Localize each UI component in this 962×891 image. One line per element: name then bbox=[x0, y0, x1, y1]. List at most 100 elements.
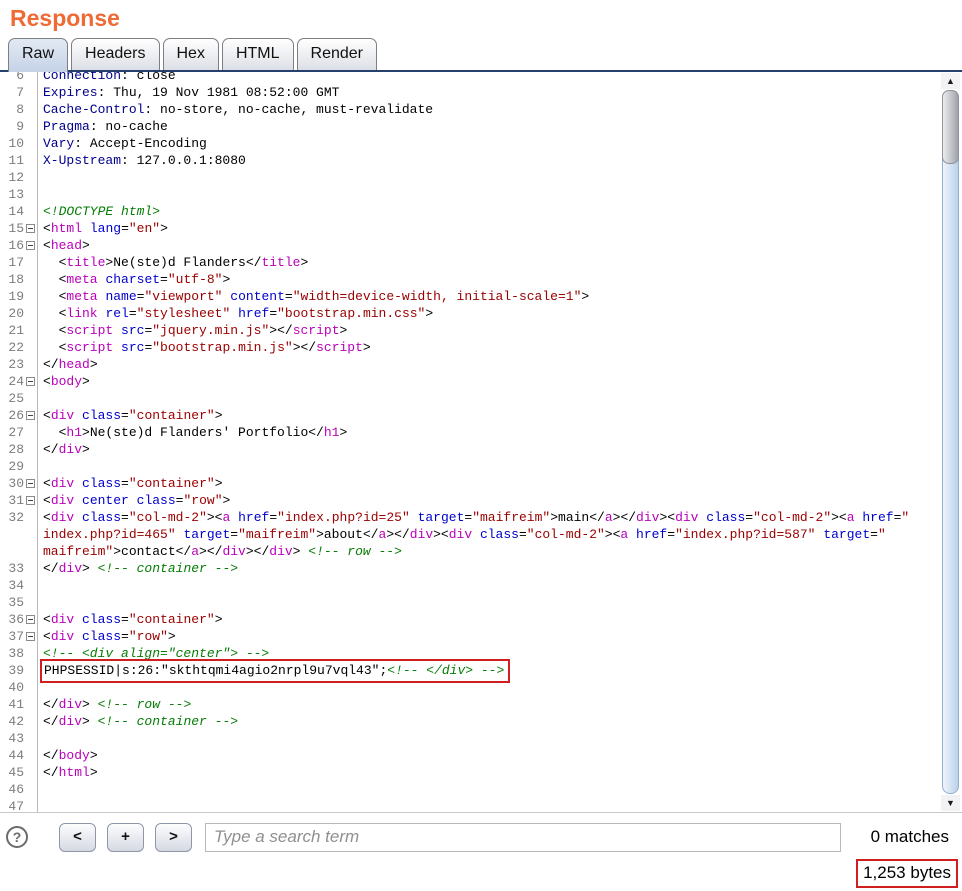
code-text: </body> bbox=[38, 747, 98, 764]
gutter bbox=[24, 203, 38, 220]
tab-render[interactable]: Render bbox=[297, 38, 377, 70]
scroll-down-icon[interactable]: ▼ bbox=[941, 795, 960, 811]
gutter bbox=[24, 628, 38, 645]
highlight-box: PHPSESSID|s:26:"skthtqmi4agio2nrpl9u7vql… bbox=[40, 659, 510, 683]
scrollbar-track[interactable] bbox=[942, 90, 959, 794]
code-text: <meta name="viewport" content="width=dev… bbox=[38, 288, 589, 305]
gutter bbox=[24, 118, 38, 135]
code-text bbox=[38, 458, 43, 475]
line-number: 6 bbox=[0, 70, 24, 84]
gutter bbox=[24, 543, 38, 560]
line-number: 39 bbox=[0, 662, 24, 679]
byte-count-badge: 1,253 bytes bbox=[856, 859, 958, 888]
gutter bbox=[24, 407, 38, 424]
search-add-button[interactable]: + bbox=[107, 823, 144, 852]
fold-collapse-icon[interactable] bbox=[26, 377, 35, 386]
code-row: 15<html lang="en"> bbox=[0, 220, 962, 237]
line-number: 40 bbox=[0, 679, 24, 696]
code-row: 45 </html> bbox=[0, 764, 962, 781]
code-text bbox=[38, 781, 43, 798]
tab-hex[interactable]: Hex bbox=[163, 38, 219, 70]
line-number: 47 bbox=[0, 798, 24, 813]
gutter bbox=[24, 101, 38, 118]
code-row: 14<!DOCTYPE html> bbox=[0, 203, 962, 220]
gutter bbox=[24, 390, 38, 407]
gutter bbox=[24, 662, 38, 679]
fold-collapse-icon[interactable] bbox=[26, 411, 35, 420]
code-row: 19 <meta name="viewport" content="width=… bbox=[0, 288, 962, 305]
code-text bbox=[38, 730, 43, 747]
line-number: 28 bbox=[0, 441, 24, 458]
line-number: 11 bbox=[0, 152, 24, 169]
line-number: 20 bbox=[0, 305, 24, 322]
code-row: 39PHPSESSID|s:26:"skthtqmi4agio2nrpl9u7v… bbox=[0, 662, 962, 679]
code-row: maifreim">contact</a></div></div> <!-- r… bbox=[0, 543, 962, 560]
fold-collapse-icon[interactable] bbox=[26, 241, 35, 250]
vertical-scrollbar[interactable]: ▲ ▼ bbox=[941, 72, 960, 812]
tab-raw[interactable]: Raw bbox=[8, 38, 68, 72]
code-row: 21 <script src="jquery.min.js"></script> bbox=[0, 322, 962, 339]
status-row: 1,253 bytes bbox=[0, 859, 962, 888]
search-previous-button[interactable]: < bbox=[59, 823, 96, 852]
gutter bbox=[24, 577, 38, 594]
line-number: 18 bbox=[0, 271, 24, 288]
line-number: 34 bbox=[0, 577, 24, 594]
code-text: X-Upstream: 127.0.0.1:8080 bbox=[38, 152, 246, 169]
fold-collapse-icon[interactable] bbox=[26, 496, 35, 505]
search-next-button[interactable]: > bbox=[155, 823, 192, 852]
code-text bbox=[38, 186, 43, 203]
gutter bbox=[24, 679, 38, 696]
code-row: 16<head> bbox=[0, 237, 962, 254]
code-text: <title>Ne(ste)d Flanders</title> bbox=[38, 254, 308, 271]
fold-collapse-icon[interactable] bbox=[26, 224, 35, 233]
code-row: 44</body> bbox=[0, 747, 962, 764]
code-text: <meta charset="utf-8"> bbox=[38, 271, 230, 288]
line-number: 15 bbox=[0, 220, 24, 237]
code-row: 8Cache-Control: no-store, no-cache, must… bbox=[0, 101, 962, 118]
gutter bbox=[24, 373, 38, 390]
line-number: 46 bbox=[0, 781, 24, 798]
tab-headers[interactable]: Headers bbox=[71, 38, 159, 70]
gutter bbox=[24, 70, 38, 84]
view-tabs: Raw Headers Hex HTML Render bbox=[0, 36, 962, 70]
scroll-up-icon[interactable]: ▲ bbox=[941, 73, 960, 89]
code-row: 18 <meta charset="utf-8"> bbox=[0, 271, 962, 288]
gutter bbox=[24, 492, 38, 509]
code-text bbox=[38, 679, 43, 696]
fold-collapse-icon[interactable] bbox=[26, 632, 35, 641]
code-row: 9Pragma: no-cache bbox=[0, 118, 962, 135]
help-icon[interactable]: ? bbox=[6, 826, 28, 848]
code-text: <div class="container"> bbox=[38, 611, 223, 628]
code-row: 46 bbox=[0, 781, 962, 798]
page-title: Response bbox=[10, 5, 120, 31]
code-text bbox=[38, 390, 43, 407]
tab-html[interactable]: HTML bbox=[222, 38, 294, 70]
code-row: 17 <title>Ne(ste)d Flanders</title> bbox=[0, 254, 962, 271]
line-number: 10 bbox=[0, 135, 24, 152]
scrollbar-thumb[interactable] bbox=[942, 90, 959, 164]
line-number: 19 bbox=[0, 288, 24, 305]
code-text bbox=[38, 577, 43, 594]
gutter bbox=[24, 475, 38, 492]
gutter bbox=[24, 135, 38, 152]
fold-collapse-icon[interactable] bbox=[26, 615, 35, 624]
line-number: 45 bbox=[0, 764, 24, 781]
gutter bbox=[24, 152, 38, 169]
fold-collapse-icon[interactable] bbox=[26, 479, 35, 488]
search-input[interactable] bbox=[205, 823, 841, 852]
code-row: 32<div class="col-md-2"><a href="index.p… bbox=[0, 509, 962, 526]
code-row: 12 bbox=[0, 169, 962, 186]
code-text: </html> bbox=[38, 764, 98, 781]
match-count: 0 matches bbox=[871, 827, 952, 847]
code-text: Vary: Accept-Encoding bbox=[38, 135, 207, 152]
gutter bbox=[24, 696, 38, 713]
code-text: <h1>Ne(ste)d Flanders' Portfolio</h1> bbox=[38, 424, 347, 441]
code-row: 33</div> <!-- container --> bbox=[0, 560, 962, 577]
response-editor: 6Connection: close7Expires: Thu, 19 Nov … bbox=[0, 70, 962, 813]
gutter bbox=[24, 526, 38, 543]
code-text: Pragma: no-cache bbox=[38, 118, 168, 135]
code-row: 31<div center class="row"> bbox=[0, 492, 962, 509]
gutter bbox=[24, 730, 38, 747]
code-text: <div class="row"> bbox=[38, 628, 176, 645]
code-text: Cache-Control: no-store, no-cache, must-… bbox=[38, 101, 433, 118]
